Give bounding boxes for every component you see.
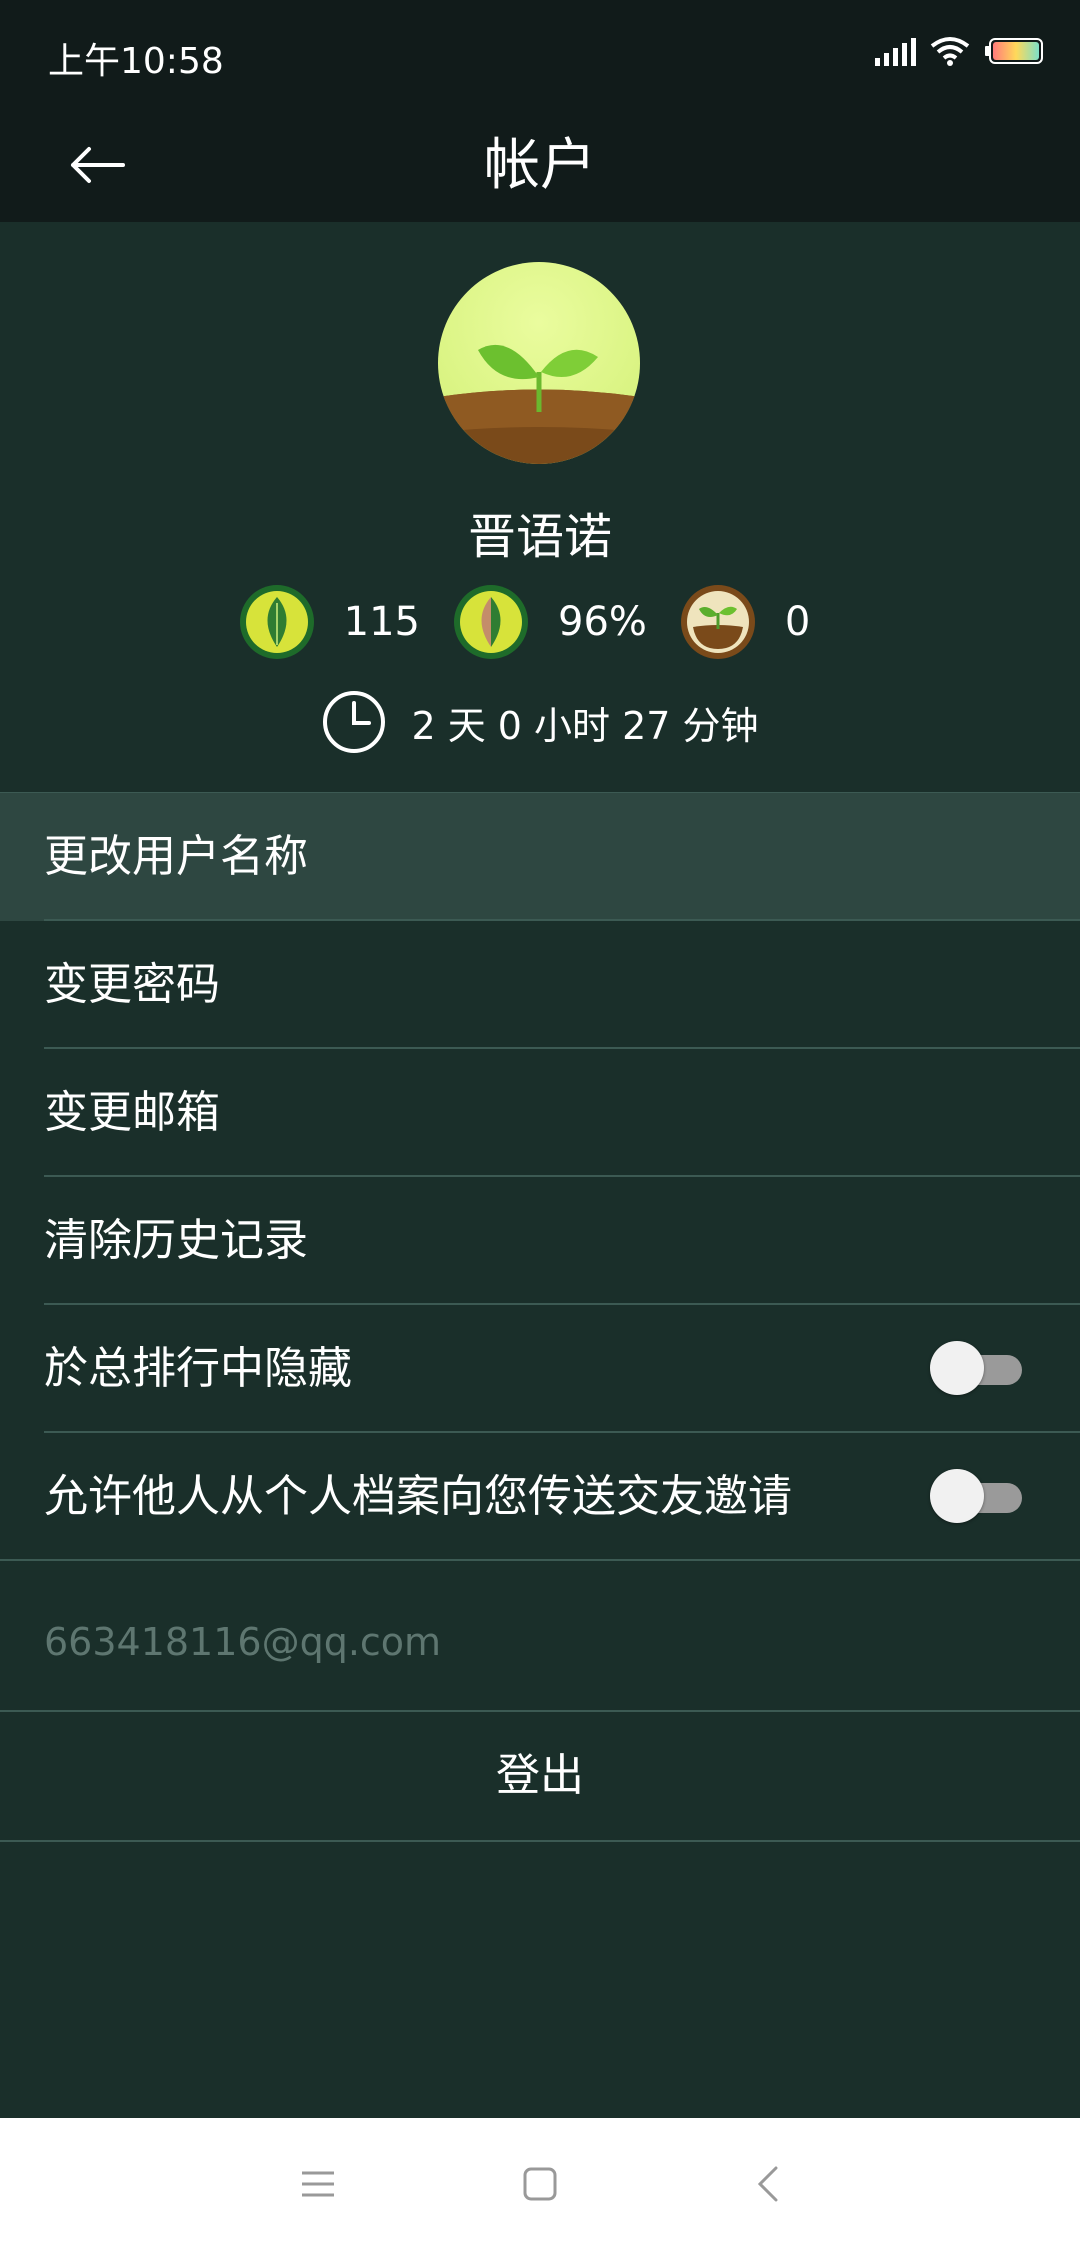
app-bar: 帐户 — [0, 110, 1080, 222]
change-username-label: 更改用户名称 — [44, 831, 308, 882]
allow-friend-requests-label: 允许他人从个人档案向您传送交友邀请 — [44, 1471, 792, 1522]
status-bar: 上午10:58 — [0, 0, 1080, 110]
change-email-item[interactable]: 变更邮箱 — [0, 1049, 1080, 1177]
user-name: 晋语诺 — [467, 509, 612, 565]
back-icon — [757, 2166, 778, 2202]
avatar[interactable] — [438, 262, 640, 464]
home-button[interactable] — [510, 2154, 570, 2214]
account-email: 663418116@qq.com — [44, 1620, 442, 1664]
sprout-avatar-icon — [438, 262, 640, 464]
hide-from-leaderboard-item: 於总排行中隐藏 — [0, 1305, 1080, 1433]
total-time-row: 2 天 0 小时 27 分钟 — [0, 682, 1080, 762]
battery-icon — [985, 38, 1043, 64]
stat-dead-trees: 0 — [679, 583, 842, 661]
system-back-button[interactable] — [738, 2154, 798, 2214]
clear-history-item[interactable]: 清除历史记录 — [0, 1177, 1080, 1305]
allow-friend-requests-item: 允许他人从个人档案向您传送交友邀请 — [0, 1433, 1080, 1561]
hide-from-leaderboard-toggle[interactable] — [930, 1341, 1022, 1395]
signal-icon — [875, 36, 916, 66]
wifi-icon — [930, 37, 970, 66]
page-title: 帐户 — [484, 133, 596, 198]
green-leaf-badge-icon — [239, 585, 314, 659]
stat-success-rate: 96% — [452, 583, 679, 661]
recent-apps-button[interactable] — [288, 2154, 348, 2214]
stat-dead-trees-value: 0 — [784, 599, 811, 645]
system-nav-bar — [0, 2118, 1080, 2248]
sprout-badge-icon — [680, 585, 755, 659]
change-password-item[interactable]: 变更密码 — [0, 921, 1080, 1049]
home-icon — [523, 2167, 557, 2201]
change-password-label: 变更密码 — [44, 959, 220, 1010]
change-username-item[interactable]: 更改用户名称 — [0, 793, 1080, 921]
stat-trees-value: 115 — [343, 599, 420, 645]
allow-friend-requests-toggle[interactable] — [930, 1469, 1022, 1523]
hide-from-leaderboard-label: 於总排行中隐藏 — [44, 1343, 352, 1394]
status-time: 上午10:58 — [48, 41, 224, 82]
clock-icon — [323, 691, 386, 753]
half-leaf-badge-icon — [454, 585, 528, 659]
toggle-thumb — [930, 1469, 984, 1523]
stats-row: 115 96% 0 — [0, 582, 1080, 662]
change-email-label: 变更邮箱 — [44, 1087, 220, 1138]
toggle-thumb — [930, 1341, 984, 1395]
menu-icon — [302, 2171, 334, 2197]
logout-button[interactable]: 登出 — [0, 1710, 1080, 1842]
profile-section: 晋语诺 115 96% 0 2 天 0 小时 27 分钟 — [0, 222, 1080, 792]
status-icons — [875, 36, 1044, 66]
clear-history-label: 清除历史记录 — [44, 1215, 308, 1266]
stat-success-rate-value: 96% — [558, 599, 647, 645]
total-time: 2 天 0 小时 27 分钟 — [411, 703, 759, 748]
settings-menu: 更改用户名称 变更密码 变更邮箱 清除历史记录 於总排行中隐藏 允许他人从个人档… — [0, 792, 1080, 1561]
stat-trees: 115 — [238, 583, 452, 661]
